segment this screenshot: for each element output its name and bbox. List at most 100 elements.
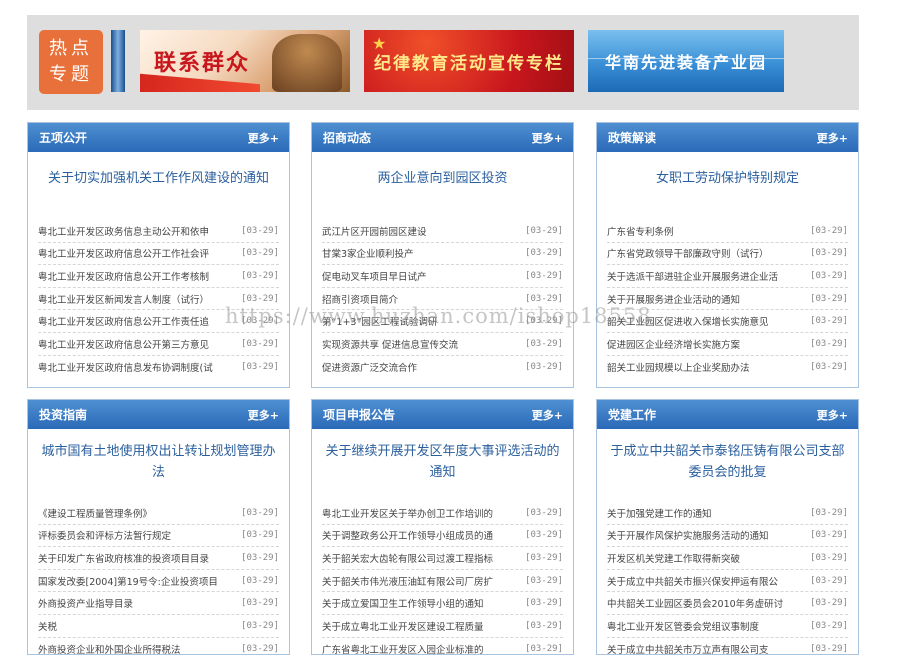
news-date: [03-29]	[525, 361, 563, 372]
news-date: [03-29]	[525, 248, 563, 259]
more-link[interactable]: 更多+	[817, 130, 848, 146]
more-link[interactable]: 更多+	[248, 130, 279, 146]
panel-header: 招商动态 更多+	[312, 123, 573, 152]
news-link[interactable]: 武江片区开园前园区建设	[322, 224, 519, 238]
panel-title[interactable]: 招商动态	[323, 129, 371, 146]
news-list-item: 广东省党政领导干部廉政守则（试行） [03-29]	[607, 243, 848, 266]
news-date: [03-29]	[525, 270, 563, 281]
news-date: [03-29]	[810, 575, 848, 586]
news-list: 《建设工程质量管理条例》 [03-29] 评标委员会和评标方法暂行规定 [03-29]…	[28, 502, 289, 654]
news-date: [03-29]	[810, 530, 848, 541]
news-link[interactable]: 韶关工业园区促进收入保增长实施意见	[607, 314, 804, 328]
news-date: [03-29]	[241, 620, 279, 631]
news-link[interactable]: 开发区机关党建工作取得新突破	[607, 551, 804, 565]
news-link[interactable]: 广东省粤北工业开发区入园企业标准的	[322, 642, 519, 654]
news-link[interactable]: 粤北工业开发区政府信息公开第三方意见	[38, 337, 235, 351]
news-link[interactable]: 广东省党政领导干部廉政守则（试行）	[607, 246, 804, 260]
panel-headline[interactable]: 城市国有土地使用权出让转让规划管理办法	[28, 429, 289, 495]
news-link[interactable]: 关于开展作风保护实施服务活动的通知	[607, 528, 804, 542]
banner-discipline-education[interactable]: ★ 纪律教育活动宣传专栏	[364, 30, 574, 92]
news-date: [03-29]	[525, 293, 563, 304]
news-panel: 招商动态 更多+ 两企业意向到园区投资武江片区开园前园区建设 [03-29] 甘棠3家企…	[311, 122, 574, 388]
news-list-item: 粤北工业开发区新闻发言人制度（试行） [03-29]	[38, 288, 279, 311]
panel-title[interactable]: 党建工作	[608, 406, 656, 423]
panel-headline[interactable]: 关于切实加强机关工作作风建设的通知	[28, 152, 289, 204]
news-list-item: 实现资源共享 促进信息宣传交流 [03-29]	[322, 333, 563, 356]
news-link[interactable]: 外商投资企业和外国企业所得税法	[38, 642, 235, 654]
news-list-item: 韶关工业园区促进收入保增长实施意见 [03-29]	[607, 310, 848, 333]
news-link[interactable]: 关于加强党建工作的通知	[607, 506, 804, 520]
news-link[interactable]: 关税	[38, 619, 235, 633]
news-link[interactable]: 关于韶关市伟光液压油缸有限公司厂房扩	[322, 574, 519, 588]
news-date: [03-29]	[241, 361, 279, 372]
banner-contact-masses-text: 联系群众	[154, 50, 251, 76]
news-date: [03-29]	[525, 598, 563, 609]
news-list-item: 评标委员会和评标方法暂行规定 [03-29]	[38, 525, 279, 548]
panel-title[interactable]: 五项公开	[39, 129, 87, 146]
more-link[interactable]: 更多+	[532, 130, 563, 146]
news-link[interactable]: 评标委员会和评标方法暂行规定	[38, 528, 235, 542]
news-date: [03-29]	[241, 270, 279, 281]
news-link[interactable]: 外商投资产业指导目录	[38, 596, 235, 610]
banner-industrial-park[interactable]: 华南先进装备产业园	[588, 30, 784, 92]
news-link[interactable]: 关于成立粤北工业开发区建设工程质量	[322, 619, 519, 633]
panel-title[interactable]: 政策解读	[608, 129, 656, 146]
news-link[interactable]: 粤北工业开发区政府信息公开工作考核制	[38, 269, 235, 283]
news-date: [03-29]	[810, 316, 848, 327]
news-list-item: 开发区机关党建工作取得新突破 [03-29]	[607, 547, 848, 570]
news-date: [03-29]	[810, 598, 848, 609]
banner-contact-masses[interactable]: 联系群众	[140, 30, 350, 92]
news-link[interactable]: 招商引资项目简介	[322, 292, 519, 306]
news-link[interactable]: 粤北工业开发区政府信息公开工作社会评	[38, 246, 235, 260]
more-link[interactable]: 更多+	[248, 407, 279, 423]
news-link[interactable]: 关于成立中共韶关市万立声有限公司支	[607, 642, 804, 654]
panel-headline[interactable]: 两企业意向到园区投资	[312, 152, 573, 204]
news-list-item: 第“1+3”园区工程试验调研 [03-29]	[322, 310, 563, 333]
more-link[interactable]: 更多+	[817, 407, 848, 423]
hot-topics-label: 热点 专题	[39, 30, 103, 94]
news-link[interactable]: 广东省专利条例	[607, 224, 804, 238]
news-link[interactable]: 中共韶关工业园区委员会2010年务虚研讨	[607, 596, 804, 610]
news-date: [03-29]	[241, 225, 279, 236]
news-link[interactable]: 粤北工业开发区政府信息公开工作责任追	[38, 314, 235, 328]
news-link[interactable]: 粤北工业开发区管委会党组议事制度	[607, 619, 804, 633]
news-link[interactable]: 促进资源广泛交流合作	[322, 360, 519, 374]
news-list-item: 关于成立爱国卫生工作领导小组的通知 [03-29]	[322, 592, 563, 615]
news-list-item: 促进资源广泛交流合作 [03-29]	[322, 356, 563, 379]
panel-headline[interactable]: 女职工劳动保护特别规定	[597, 152, 858, 204]
news-link[interactable]: 关于开展服务进企业活动的通知	[607, 292, 804, 306]
news-link[interactable]: 关于成立爱国卫生工作领导小组的通知	[322, 596, 519, 610]
news-link[interactable]: 粤北工业开发区新闻发言人制度（试行）	[38, 292, 235, 306]
news-link[interactable]: 促进园区企业经济增长实施方案	[607, 337, 804, 351]
news-link[interactable]: 粤北工业开发区政府信息发布协调制度(试	[38, 360, 235, 374]
news-link[interactable]: 韶关工业园规模以上企业奖励办法	[607, 360, 804, 374]
news-date: [03-29]	[810, 248, 848, 259]
news-link[interactable]: 关于调整政务公开工作领导小组成员的通	[322, 528, 519, 542]
panel-headline-text: 于成立中共韶关市泰铭压铸有限公司支部委员会的批复	[610, 444, 845, 480]
news-link[interactable]: 国家发改委[2004]第19号令:企业投资项目	[38, 574, 235, 588]
panel-title[interactable]: 项目申报公告	[323, 406, 395, 423]
news-link[interactable]: 《建设工程质量管理条例》	[38, 506, 235, 520]
news-date: [03-29]	[810, 270, 848, 281]
news-link[interactable]: 实现资源共享 促进信息宣传交流	[322, 337, 519, 351]
news-link[interactable]: 关于选派干部进驻企业开展服务进企业活	[607, 269, 804, 283]
panel-headline[interactable]: 关于继续开展开发区年度大事评选活动的通知	[312, 429, 573, 495]
news-list: 武江片区开园前园区建设 [03-29] 甘棠3家企业顺利投产 [03-29] 促电动叉车…	[312, 220, 573, 378]
panel-title[interactable]: 投资指南	[39, 406, 87, 423]
news-panel: 投资指南 更多+ 城市国有土地使用权出让转让规划管理办法《建设工程质量管理条例》 [0…	[27, 399, 290, 655]
news-link[interactable]: 第“1+3”园区工程试验调研	[322, 314, 519, 328]
news-panel: 政策解读 更多+ 女职工劳动保护特别规定 广东省专利条例 [03-29] 广东省党政领导干…	[596, 122, 859, 388]
news-link[interactable]: 关于印发广东省政府核准的投资项目目录	[38, 551, 235, 565]
news-date: [03-29]	[810, 552, 848, 563]
news-link[interactable]: 粤北工业开发区关于举办创卫工作培训的	[322, 506, 519, 520]
news-link[interactable]: 粤北工业开发区政务信息主动公开和依申	[38, 224, 235, 238]
news-link[interactable]: 关于成立中共韶关市振兴保安押运有限公	[607, 574, 804, 588]
news-date: [03-29]	[810, 643, 848, 654]
news-link[interactable]: 甘棠3家企业顺利投产	[322, 246, 519, 260]
news-link[interactable]: 促电动叉车项目早日试产	[322, 269, 519, 283]
panel-headline[interactable]: 于成立中共韶关市泰铭压铸有限公司支部委员会的批复	[597, 429, 858, 495]
news-link[interactable]: 关于韶关宏大齿轮有限公司过渡工程指标	[322, 551, 519, 565]
panel-header: 政策解读 更多+	[597, 123, 858, 152]
news-list-item: 粤北工业开发区政府信息公开工作考核制 [03-29]	[38, 265, 279, 288]
more-link[interactable]: 更多+	[532, 407, 563, 423]
